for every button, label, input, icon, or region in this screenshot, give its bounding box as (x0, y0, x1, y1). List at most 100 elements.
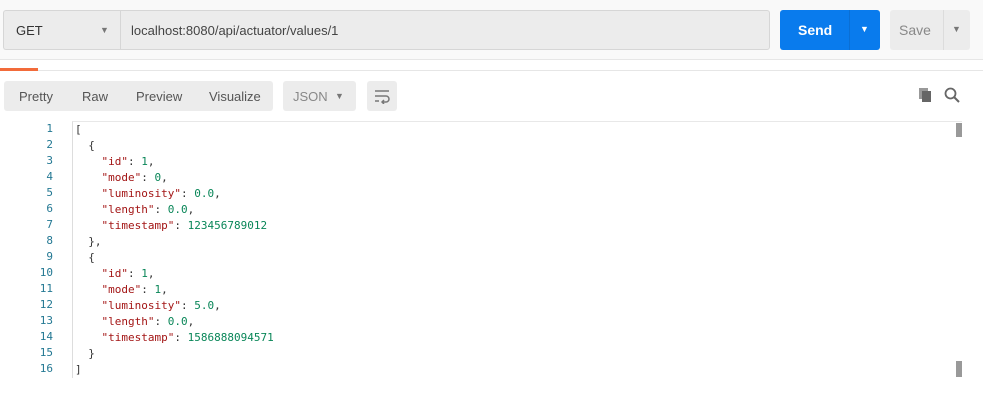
line-number: 16 (39, 362, 53, 375)
json-punctuation (75, 283, 102, 296)
scrollbar-bottom-marker[interactable] (956, 361, 962, 377)
json-punctuation: , (187, 203, 195, 216)
save-label: Save (899, 22, 931, 38)
request-bar: GET ▼ localhost:8080/api/actuator/values/… (0, 0, 983, 60)
send-options-chevron-icon[interactable]: ▼ (860, 24, 869, 34)
save-options-chevron-icon[interactable]: ▼ (952, 24, 961, 34)
code-line: "timestamp": 1586888094571 (73, 330, 962, 346)
save-button[interactable]: Save ▼ (890, 10, 970, 50)
json-key: "timestamp" (101, 219, 175, 232)
code-line: "mode": 0, (73, 170, 962, 186)
format-select[interactable]: JSON ▼ (283, 81, 356, 111)
json-punctuation: : (128, 267, 142, 280)
json-punctuation: [ (75, 123, 82, 136)
line-number: 13 (39, 314, 53, 327)
code-line: "id": 1, (73, 266, 962, 282)
json-punctuation: , (214, 187, 221, 200)
chevron-down-icon: ▼ (335, 91, 344, 101)
tab-visualize[interactable]: Visualize (209, 89, 261, 104)
json-punctuation: , (161, 171, 168, 184)
json-punctuation (75, 203, 102, 216)
line-number: 14 (39, 330, 53, 343)
response-body-editor[interactable]: 1 2 3 4 5 6 7 8 9 10 11 12 13 14 15 16 [ { "id": 1, "mo… (0, 121, 983, 410)
method-label: GET (16, 23, 43, 38)
json-punctuation: : (174, 219, 188, 232)
format-label: JSON (293, 89, 328, 104)
json-key: "id" (101, 267, 129, 280)
json-key: "luminosity" (101, 187, 181, 200)
json-key: "mode" (101, 171, 142, 184)
method-select[interactable]: GET ▼ (3, 10, 120, 50)
code-line: [ (73, 122, 962, 138)
json-punctuation: { (75, 139, 95, 152)
scrollbar-top-marker[interactable] (956, 123, 962, 137)
json-punctuation: , (187, 315, 195, 328)
view-tabs: Pretty Raw Preview Visualize (4, 81, 273, 111)
json-key: "length" (101, 315, 155, 328)
json-punctuation (75, 155, 102, 168)
json-punctuation: : (141, 283, 155, 296)
json-number: 0.0 (167, 315, 188, 328)
copy-icon[interactable] (918, 87, 932, 103)
json-key: "mode" (101, 283, 142, 296)
code-line: "id": 1, (73, 154, 962, 170)
divider (0, 70, 983, 71)
code-line: "timestamp": 123456789012 (73, 218, 962, 234)
wrap-lines-button[interactable] (367, 81, 397, 111)
url-text: localhost:8080/api/actuator/values/1 (131, 23, 339, 38)
json-number: 1 (141, 267, 148, 280)
line-number: 8 (46, 234, 53, 247)
code-line: "length": 0.0, (73, 202, 962, 218)
json-punctuation: { (75, 251, 95, 264)
json-punctuation: : (154, 315, 168, 328)
json-punctuation: : (141, 171, 155, 184)
wrap-icon (375, 90, 390, 104)
json-punctuation: , (161, 283, 168, 296)
code-line: "length": 0.0, (73, 314, 962, 330)
tab-pretty[interactable]: Pretty (19, 89, 53, 104)
tab-raw[interactable]: Raw (82, 89, 108, 104)
line-number: 15 (39, 346, 53, 359)
code-line: { (73, 250, 962, 266)
line-number: 5 (46, 186, 53, 199)
search-icon[interactable] (944, 87, 960, 103)
json-punctuation: : (174, 331, 188, 344)
json-number: 0.0 (167, 203, 188, 216)
json-punctuation: : (180, 299, 195, 312)
json-punctuation (75, 331, 102, 344)
send-button[interactable]: Send ▼ (780, 10, 880, 50)
json-number: 5.0 (194, 299, 215, 312)
line-number: 2 (46, 138, 53, 151)
json-punctuation (75, 299, 102, 312)
json-punctuation: } (75, 347, 95, 360)
json-punctuation (75, 219, 102, 232)
code-area[interactable]: [ { "id": 1, "mode": 0, "luminosity": 0.… (72, 121, 962, 378)
json-number: 1 (141, 155, 148, 168)
json-punctuation: }, (75, 235, 102, 248)
json-punctuation (75, 187, 102, 200)
line-number: 7 (46, 218, 53, 231)
line-number: 1 (46, 122, 53, 135)
json-key: "luminosity" (101, 299, 181, 312)
json-punctuation: : (180, 187, 195, 200)
code-line: "mode": 1, (73, 282, 962, 298)
line-numbers: 1 2 3 4 5 6 7 8 9 10 11 12 13 14 15 16 (0, 121, 62, 377)
line-number: 10 (39, 266, 53, 279)
url-input[interactable]: localhost:8080/api/actuator/values/1 (120, 10, 770, 50)
json-key: "id" (101, 155, 129, 168)
code-line: "luminosity": 0.0, (73, 186, 962, 202)
line-number: 6 (46, 202, 53, 215)
line-number: 11 (39, 282, 53, 295)
json-number: 0.0 (194, 187, 215, 200)
line-number: 3 (46, 154, 53, 167)
line-number: 9 (46, 250, 53, 263)
code-line: }, (73, 234, 962, 250)
json-punctuation: , (147, 155, 155, 168)
code-line: ] (73, 362, 962, 378)
code-line: { (73, 138, 962, 154)
code-line: } (73, 346, 962, 362)
json-punctuation: , (214, 299, 221, 312)
json-punctuation: , (147, 267, 155, 280)
tab-preview[interactable]: Preview (136, 89, 182, 104)
chevron-down-icon: ▼ (100, 25, 109, 35)
